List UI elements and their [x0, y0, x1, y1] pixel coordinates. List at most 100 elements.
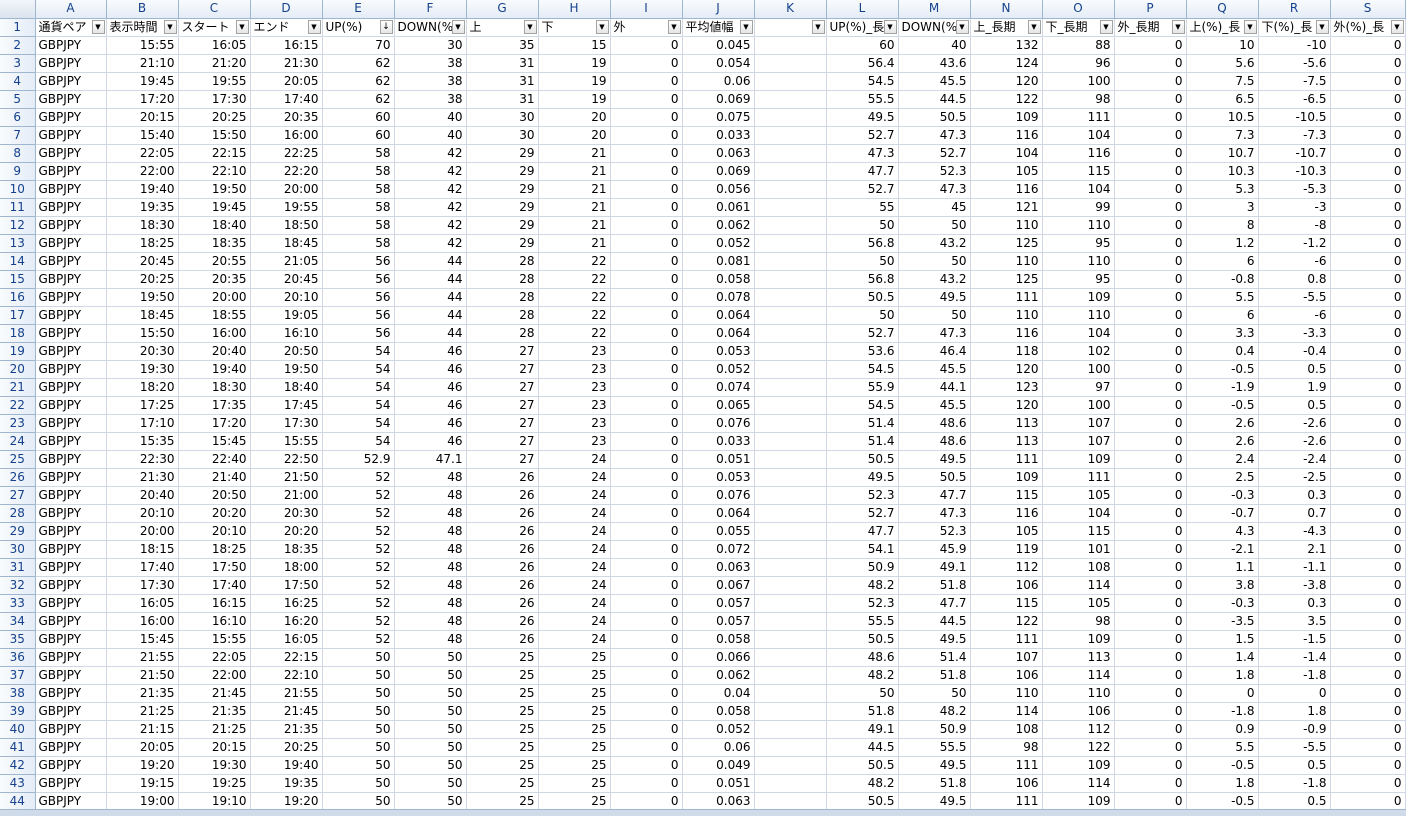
cell[interactable]: 0 [610, 324, 683, 343]
cell[interactable]: 0 [1330, 792, 1406, 811]
cell[interactable]: 0.074 [682, 378, 755, 397]
cell[interactable]: 47.1 [394, 450, 467, 469]
cell[interactable]: 0 [610, 198, 683, 217]
cell[interactable]: 58 [322, 234, 395, 253]
cell[interactable]: -6 [1258, 306, 1331, 325]
cell[interactable]: 50 [322, 684, 395, 703]
cell[interactable]: 0 [1330, 522, 1406, 541]
cell[interactable] [754, 234, 827, 253]
cell[interactable] [754, 756, 827, 775]
cell[interactable]: 50 [322, 792, 395, 811]
cell[interactable] [754, 612, 827, 631]
filter-dropdown-icon[interactable]: ▼ [811, 19, 825, 34]
header-cell[interactable]: エンド ▼ [250, 18, 323, 37]
cell[interactable]: 28 [466, 270, 539, 289]
cell[interactable]: GBPJPY [35, 738, 107, 757]
row-number[interactable]: 7 [0, 126, 36, 145]
row-number[interactable]: 3 [0, 54, 36, 73]
cell[interactable] [754, 288, 827, 307]
cell[interactable]: 0 [1114, 792, 1187, 811]
cell[interactable]: 0.078 [682, 288, 755, 307]
cell[interactable]: 52.3 [898, 162, 971, 181]
cell[interactable]: 50 [322, 774, 395, 793]
cell[interactable]: 0 [1330, 630, 1406, 649]
cell[interactable]: 18:20 [106, 378, 179, 397]
cell[interactable]: 0 [610, 432, 683, 451]
cell[interactable] [754, 468, 827, 487]
cell[interactable]: 22:10 [178, 162, 251, 181]
cell[interactable]: 0 [1114, 720, 1187, 739]
cell[interactable]: 29 [466, 216, 539, 235]
cell[interactable]: 46 [394, 396, 467, 415]
cell[interactable]: 62 [322, 72, 395, 91]
cell[interactable]: 19:55 [250, 198, 323, 217]
cell[interactable]: 20:55 [178, 252, 251, 271]
column-letter-c[interactable]: C [178, 0, 251, 19]
cell[interactable]: -0.5 [1186, 396, 1259, 415]
cell[interactable]: 52.7 [826, 180, 899, 199]
cell[interactable]: 122 [1042, 738, 1115, 757]
cell[interactable]: 125 [970, 234, 1043, 253]
cell[interactable]: 58 [322, 198, 395, 217]
cell[interactable]: 19:20 [106, 756, 179, 775]
cell[interactable]: 50 [322, 702, 395, 721]
cell[interactable]: 0 [1114, 288, 1187, 307]
cell[interactable]: 15:45 [178, 432, 251, 451]
cell[interactable]: 0 [1114, 504, 1187, 523]
cell[interactable]: 109 [1042, 792, 1115, 811]
cell[interactable]: 0 [1114, 558, 1187, 577]
cell[interactable]: GBPJPY [35, 144, 107, 163]
cell[interactable]: 17:35 [178, 396, 251, 415]
cell[interactable]: GBPJPY [35, 630, 107, 649]
cell[interactable]: 99 [1042, 198, 1115, 217]
cell[interactable]: -0.7 [1186, 504, 1259, 523]
cell[interactable]: 48.6 [826, 648, 899, 667]
column-letter-n[interactable]: N [970, 0, 1043, 19]
cell[interactable]: 24 [538, 540, 611, 559]
cell[interactable]: 110 [970, 252, 1043, 271]
cell[interactable]: 49.5 [898, 792, 971, 811]
cell[interactable]: 48 [394, 504, 467, 523]
cell[interactable]: 21:35 [106, 684, 179, 703]
cell[interactable]: 28 [466, 288, 539, 307]
cell[interactable]: 20:25 [250, 738, 323, 757]
cell[interactable]: 26 [466, 576, 539, 595]
cell[interactable]: 25 [466, 774, 539, 793]
row-number[interactable]: 30 [0, 540, 36, 559]
cell[interactable]: 30 [394, 36, 467, 55]
row-number[interactable]: 42 [0, 756, 36, 775]
cell[interactable]: 109 [1042, 630, 1115, 649]
cell[interactable]: -6 [1258, 252, 1331, 271]
cell[interactable]: 0.9 [1186, 720, 1259, 739]
cell[interactable]: 0 [1330, 234, 1406, 253]
cell[interactable]: -0.5 [1186, 360, 1259, 379]
cell[interactable]: 2.4 [1186, 450, 1259, 469]
cell[interactable]: -1.8 [1258, 774, 1331, 793]
column-letter-i[interactable]: I [610, 0, 683, 19]
cell[interactable]: 56 [322, 306, 395, 325]
cell[interactable]: 44 [394, 252, 467, 271]
cell[interactable] [754, 540, 827, 559]
cell[interactable]: 3.5 [1258, 612, 1331, 631]
cell[interactable]: 29 [466, 180, 539, 199]
cell[interactable]: 0.06 [682, 738, 755, 757]
cell[interactable]: 22 [538, 252, 611, 271]
column-letter-d[interactable]: D [250, 0, 323, 19]
cell[interactable]: 20:35 [250, 108, 323, 127]
cell[interactable]: 24 [538, 576, 611, 595]
cell[interactable]: 0 [1330, 486, 1406, 505]
cell[interactable]: 18:35 [178, 234, 251, 253]
cell[interactable]: -2.5 [1258, 468, 1331, 487]
cell[interactable]: 0 [610, 36, 683, 55]
cell[interactable]: 40 [394, 108, 467, 127]
cell[interactable]: -3.8 [1258, 576, 1331, 595]
cell[interactable]: 0.4 [1186, 342, 1259, 361]
cell[interactable]: 0 [1114, 54, 1187, 73]
cell[interactable]: 15:35 [106, 432, 179, 451]
cell[interactable]: 0 [610, 72, 683, 91]
row-number[interactable]: 17 [0, 306, 36, 325]
cell[interactable]: 0 [1114, 126, 1187, 145]
cell[interactable]: 27 [466, 378, 539, 397]
cell[interactable]: 0.3 [1258, 486, 1331, 505]
cell[interactable]: GBPJPY [35, 252, 107, 271]
